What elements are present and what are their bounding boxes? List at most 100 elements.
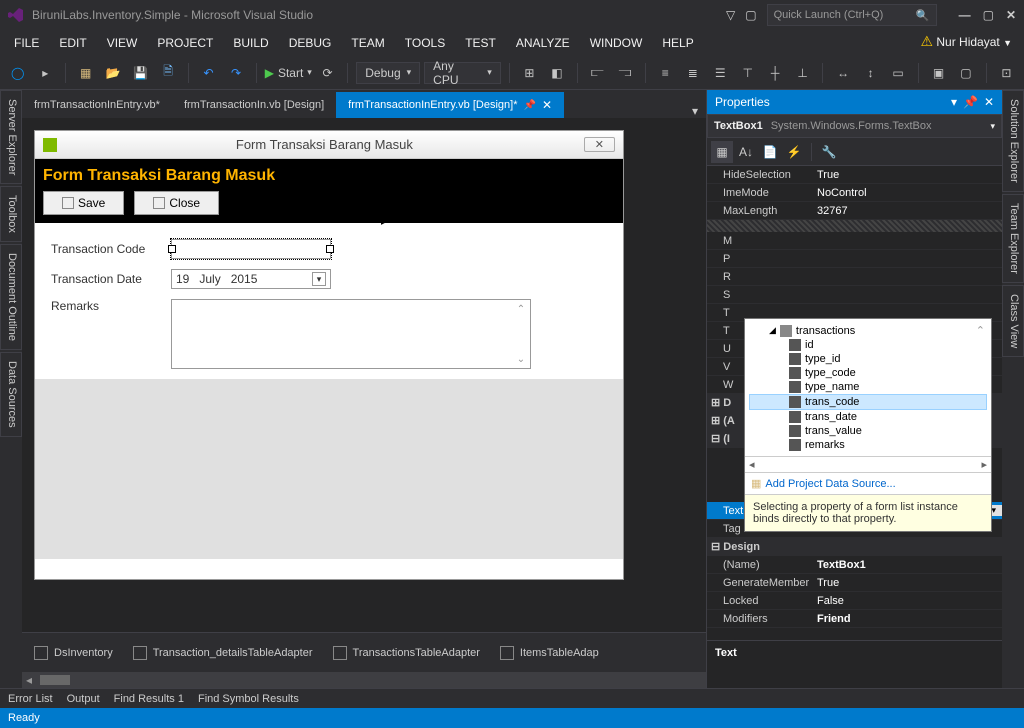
- menu-tools[interactable]: TOOLS: [395, 32, 455, 54]
- order-back[interactable]: ▢: [954, 61, 977, 85]
- account-button[interactable]: ⚠ Nur Hidayat ▼: [920, 33, 1012, 50]
- smart-tag-icon[interactable]: ▸: [381, 217, 386, 228]
- component-transdetails-adapter[interactable]: Transaction_detailsTableAdapter: [133, 646, 313, 660]
- minimize-button[interactable]: —: [959, 8, 971, 22]
- nav-back-button[interactable]: ◯: [6, 61, 29, 85]
- component-transactions-adapter[interactable]: TransactionsTableAdapter: [333, 646, 480, 660]
- menu-edit[interactable]: EDIT: [49, 32, 96, 54]
- form-close-btn[interactable]: Close: [134, 191, 219, 215]
- config-dropdown[interactable]: Debug▾: [356, 62, 420, 84]
- menu-file[interactable]: FILE: [4, 32, 49, 54]
- component-dsinventory[interactable]: DsInventory: [34, 646, 113, 660]
- properties-header[interactable]: Properties ▾ 📌 ✕: [707, 90, 1002, 114]
- menu-project[interactable]: PROJECT: [147, 32, 223, 54]
- doc-tab-1[interactable]: frmTransactionIn.vb [Design]: [172, 92, 336, 118]
- textbox-remarks[interactable]: ⌃ ⌄: [171, 299, 531, 369]
- events-button[interactable]: ⚡: [783, 141, 805, 163]
- document-outline-tab[interactable]: Document Outline: [0, 244, 22, 350]
- open-file-button[interactable]: 📂: [101, 61, 124, 85]
- menu-help[interactable]: HELP: [652, 32, 703, 54]
- textbox-transaction-code[interactable]: [171, 239, 331, 259]
- tree-col-transcode[interactable]: trans_code: [749, 394, 987, 410]
- spacing-h[interactable]: ↔: [831, 61, 854, 85]
- notifications-icon[interactable]: ▢: [745, 8, 756, 22]
- align-center[interactable]: ≣: [681, 61, 704, 85]
- layout-btn-2[interactable]: ◧: [545, 61, 568, 85]
- tree-col-transdate[interactable]: trans_date: [749, 410, 987, 424]
- nav-forward-button[interactable]: ▸: [33, 61, 56, 85]
- menu-analyze[interactable]: ANALYZE: [506, 32, 580, 54]
- align-left[interactable]: ≡: [654, 61, 677, 85]
- error-list-tab[interactable]: Error List: [8, 693, 53, 705]
- close-button[interactable]: ✕: [1006, 8, 1016, 22]
- layout-btn-1[interactable]: ⊞: [518, 61, 541, 85]
- menu-window[interactable]: WINDOW: [580, 32, 653, 54]
- tree-col-transvalue[interactable]: trans_value: [749, 424, 987, 438]
- tree-table[interactable]: ◢transactions⌃: [749, 323, 987, 338]
- doc-tab-2[interactable]: frmTransactionInEntry.vb [Design]*📌✕: [336, 92, 564, 118]
- calendar-icon[interactable]: ▾: [312, 272, 326, 286]
- class-view-tab[interactable]: Class View: [1002, 285, 1024, 357]
- align-btn-1[interactable]: ⫍: [586, 61, 609, 85]
- close-icon[interactable]: ✕: [542, 98, 552, 112]
- panel-close-icon[interactable]: ✕: [984, 95, 994, 109]
- form-save-button[interactable]: Save: [43, 191, 124, 215]
- align-bottom[interactable]: ⊥: [791, 61, 814, 85]
- menu-view[interactable]: VIEW: [97, 32, 148, 54]
- quick-launch-input[interactable]: Quick Launch (Ctrl+Q) 🔍: [767, 4, 937, 26]
- find-symbol-results-tab[interactable]: Find Symbol Results: [198, 693, 299, 705]
- server-explorer-tab[interactable]: Server Explorer: [0, 90, 22, 184]
- maximize-button[interactable]: ▢: [983, 8, 994, 22]
- toolbox-tab[interactable]: Toolbox: [0, 186, 22, 242]
- object-selector[interactable]: TextBox1 System.Windows.Forms.TextBox ▾: [707, 114, 1002, 138]
- find-results-1-tab[interactable]: Find Results 1: [114, 693, 184, 705]
- menu-debug[interactable]: DEBUG: [279, 32, 342, 54]
- menu-team[interactable]: TEAM: [341, 32, 394, 54]
- align-right[interactable]: ☰: [709, 61, 732, 85]
- align-top[interactable]: ⊤: [736, 61, 759, 85]
- new-project-button[interactable]: ▦: [74, 61, 97, 85]
- undo-button[interactable]: ↶: [197, 61, 220, 85]
- property-pages-button[interactable]: 🔧: [818, 141, 840, 163]
- pin-icon[interactable]: 📌: [523, 100, 535, 111]
- spacing-v[interactable]: ↕: [859, 61, 882, 85]
- output-tab[interactable]: Output: [67, 693, 100, 705]
- scroll-down-icon[interactable]: ⌄: [514, 352, 528, 366]
- scroll-up-icon[interactable]: ⌃: [514, 302, 528, 316]
- component-items-adapter[interactable]: ItemsTableAdap: [500, 646, 599, 660]
- tree-col-typeid[interactable]: type_id: [749, 352, 987, 366]
- form-window[interactable]: Form Transaksi Barang Masuk ✕ Form Trans…: [34, 130, 624, 580]
- properties-button[interactable]: 📄: [759, 141, 781, 163]
- form-close-button[interactable]: ✕: [584, 137, 615, 152]
- horizontal-scrollbar[interactable]: ◂: [22, 672, 706, 688]
- save-button[interactable]: 💾: [129, 61, 152, 85]
- datagrid-placeholder[interactable]: [35, 379, 623, 559]
- align-btn-2[interactable]: ⫎: [613, 61, 636, 85]
- menu-build[interactable]: BUILD: [223, 32, 278, 54]
- browser-select-button[interactable]: ⟳: [316, 61, 339, 85]
- tree-col-remarks[interactable]: remarks: [749, 438, 987, 452]
- panel-dropdown-icon[interactable]: ▾: [951, 95, 957, 109]
- alphabetical-button[interactable]: A↓: [735, 141, 757, 163]
- solution-explorer-tab[interactable]: Solution Explorer: [1002, 90, 1024, 192]
- redo-button[interactable]: ↷: [224, 61, 247, 85]
- popup-hscroll[interactable]: ◂▸: [745, 456, 991, 472]
- add-datasource-link[interactable]: ▦Add Project Data Source...: [745, 472, 991, 494]
- data-sources-tab[interactable]: Data Sources: [0, 352, 22, 437]
- platform-dropdown[interactable]: Any CPU▾: [424, 62, 501, 84]
- doc-tab-0[interactable]: frmTransactionInEntry.vb*: [22, 92, 172, 118]
- menu-test[interactable]: TEST: [455, 32, 506, 54]
- property-grid[interactable]: HideSelectionTrue ImeModeNoControl MaxLe…: [707, 166, 1002, 640]
- order-front[interactable]: ▣: [927, 61, 950, 85]
- save-all-button[interactable]: 🗎: [156, 61, 179, 85]
- align-middle[interactable]: ┼: [763, 61, 786, 85]
- team-explorer-tab[interactable]: Team Explorer: [1002, 194, 1024, 283]
- tabs-overflow-button[interactable]: ▾: [684, 104, 706, 118]
- size-same[interactable]: ▭: [886, 61, 909, 85]
- form-designer[interactable]: Form Transaksi Barang Masuk ✕ Form Trans…: [22, 118, 706, 632]
- tree-col-typename[interactable]: type_name: [749, 380, 987, 394]
- datasource-tree[interactable]: ◢transactions⌃ id type_id type_code type…: [745, 319, 991, 456]
- tree-col-typecode[interactable]: type_code: [749, 366, 987, 380]
- categorized-button[interactable]: ▦: [711, 141, 733, 163]
- tab-order[interactable]: ⊡: [995, 61, 1018, 85]
